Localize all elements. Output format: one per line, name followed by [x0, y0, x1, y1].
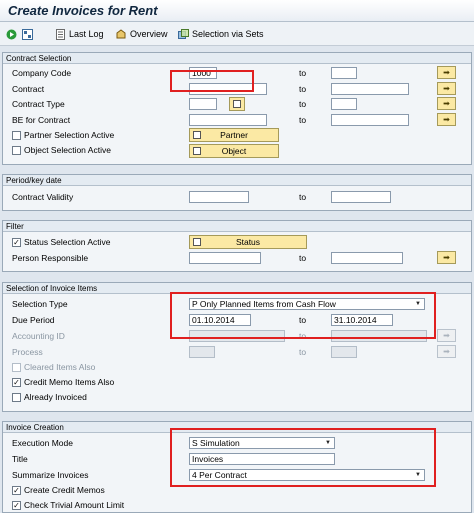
- contract-to-field[interactable]: [331, 83, 409, 95]
- object-selection-active-label: Object Selection Active: [24, 145, 111, 155]
- selection-icon: [193, 147, 201, 155]
- overview-icon: [116, 28, 127, 40]
- contract-label: Contract: [12, 84, 45, 94]
- execute-icon: [6, 29, 17, 40]
- multiple-selection-icon: ➡: [443, 84, 450, 93]
- status-selection-active-label: Status Selection Active: [24, 237, 111, 247]
- last-log-icon: [55, 28, 66, 40]
- object-button-label: Object: [221, 146, 247, 156]
- person-responsible-to-label: to: [299, 253, 307, 263]
- accounting-id-label: Accounting ID: [12, 331, 65, 341]
- selection-icon: [193, 238, 201, 246]
- multiple-selection-icon: ➡: [443, 68, 450, 77]
- contract-type-to-label: to: [299, 99, 307, 109]
- company-code-to-label: to: [299, 68, 307, 78]
- multiple-selection-icon: ➡: [443, 99, 450, 108]
- partner-button-label: Partner: [220, 130, 248, 140]
- person-responsible-from-field[interactable]: [189, 252, 261, 264]
- company-code-multiple-selection-button[interactable]: ➡: [437, 66, 456, 79]
- multiple-selection-icon: ➡: [443, 253, 450, 262]
- filter-header: Filter: [3, 221, 471, 232]
- object-selection-active-checkbox[interactable]: [12, 146, 21, 155]
- process-multiple-selection-button: ➡: [437, 345, 456, 358]
- application-toolbar: Last Log Overview Selection via Sets: [0, 22, 474, 46]
- be-for-contract-to-field[interactable]: [331, 114, 409, 126]
- contract-type-label: Contract Type: [12, 99, 65, 109]
- partner-selection-active-label: Partner Selection Active: [24, 130, 115, 140]
- contract-validity-to-label: to: [299, 192, 307, 202]
- multiple-selection-icon: ➡: [443, 347, 450, 356]
- create-credit-memos-label: Create Credit Memos: [24, 485, 105, 495]
- selection-sets-icon: [178, 28, 189, 40]
- selection-via-sets-button[interactable]: Selection via Sets: [178, 27, 264, 41]
- selection-icon: [233, 100, 241, 108]
- contract-type-from-field[interactable]: [189, 98, 217, 110]
- credit-memo-items-also-label: Credit Memo Items Also: [24, 377, 115, 387]
- process-from-field: [189, 346, 215, 358]
- contract-type-multiple-selection-button[interactable]: ➡: [437, 97, 456, 110]
- selection-via-sets-label: Selection via Sets: [192, 29, 264, 39]
- partner-selection-active-checkbox[interactable]: [12, 131, 21, 140]
- partner-button[interactable]: Partner: [189, 128, 279, 142]
- cleared-items-also-label: Cleared Items Also: [24, 362, 96, 372]
- last-log-label: Last Log: [69, 29, 104, 39]
- credit-memo-items-also-checkbox[interactable]: ✓: [12, 378, 21, 387]
- contract-selection-header: Contract Selection: [3, 53, 471, 64]
- cleared-items-also-checkbox: [12, 363, 21, 372]
- company-code-to-field[interactable]: [331, 67, 357, 79]
- title-bar: Create Invoices for Rent: [0, 0, 474, 22]
- contract-to-label: to: [299, 84, 307, 94]
- already-invoiced-label: Already Invoiced: [24, 392, 87, 402]
- invoice-items-highlight: [170, 292, 436, 339]
- overview-label: Overview: [130, 29, 168, 39]
- person-responsible-multiple-selection-button[interactable]: ➡: [437, 251, 456, 264]
- process-to-label: to: [299, 347, 307, 357]
- check-trivial-amount-limit-checkbox[interactable]: ✓: [12, 501, 21, 510]
- company-code-highlight: [170, 70, 254, 92]
- selection-type-label: Selection Type: [12, 299, 68, 309]
- create-credit-memos-checkbox[interactable]: ✓: [12, 486, 21, 495]
- contract-multiple-selection-button[interactable]: ➡: [437, 82, 456, 95]
- already-invoiced-checkbox[interactable]: [12, 393, 21, 402]
- process-to-field: [331, 346, 357, 358]
- period-header: Period/key date: [3, 175, 471, 186]
- last-log-button[interactable]: Last Log: [55, 27, 104, 41]
- status-button[interactable]: Status: [189, 235, 307, 249]
- due-period-label: Due Period: [12, 315, 55, 325]
- contract-validity-from-field[interactable]: [189, 191, 249, 203]
- contract-validity-label: Contract Validity: [12, 192, 74, 202]
- selection-icon: [193, 131, 201, 139]
- status-selection-active-checkbox[interactable]: ✓: [12, 238, 21, 247]
- execute-button[interactable]: [6, 27, 20, 41]
- contract-validity-to-field[interactable]: [331, 191, 391, 203]
- be-for-contract-label: BE for Contract: [12, 115, 71, 125]
- accounting-id-multiple-selection-button: ➡: [437, 329, 456, 342]
- person-responsible-to-field[interactable]: [331, 252, 403, 264]
- summarize-invoices-label: Summarize Invoices: [12, 470, 89, 480]
- invoice-creation-highlight: [170, 428, 436, 487]
- person-responsible-label: Person Responsible: [12, 253, 89, 263]
- contract-type-to-field[interactable]: [331, 98, 357, 110]
- title-label: Title: [12, 454, 28, 464]
- process-label: Process: [12, 347, 43, 357]
- get-variant-button[interactable]: [22, 27, 36, 41]
- overview-button[interactable]: Overview: [116, 27, 168, 41]
- page-title: Create Invoices for Rent: [8, 3, 158, 18]
- multiple-selection-icon: ➡: [443, 331, 450, 340]
- contract-type-selection-button[interactable]: [229, 97, 245, 111]
- be-for-contract-multiple-selection-button[interactable]: ➡: [437, 113, 456, 126]
- be-for-contract-from-field[interactable]: [189, 114, 267, 126]
- multiple-selection-icon: ➡: [443, 115, 450, 124]
- company-code-label: Company Code: [12, 68, 72, 78]
- execution-mode-label: Execution Mode: [12, 438, 73, 448]
- be-for-contract-to-label: to: [299, 115, 307, 125]
- object-button[interactable]: Object: [189, 144, 279, 158]
- variant-icon: [22, 28, 33, 40]
- status-button-label: Status: [235, 237, 261, 247]
- check-trivial-amount-limit-label: Check Trivial Amount Limit: [24, 500, 125, 510]
